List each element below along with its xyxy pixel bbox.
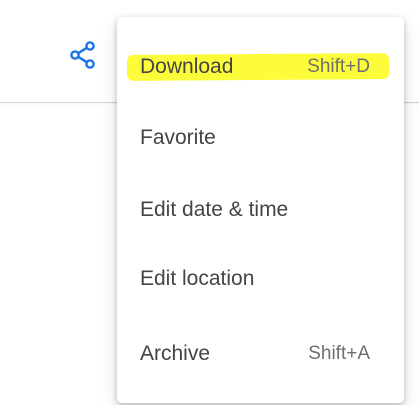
share-icon: [70, 41, 95, 69]
menu-item-edit-location[interactable]: Edit location: [117, 253, 404, 305]
menu-item-label: Archive: [140, 342, 211, 365]
menu-item-archive[interactable]: Archive Shift+A: [117, 328, 404, 380]
menu-item-label: Edit location: [140, 267, 255, 290]
menu-item-favorite[interactable]: Favorite: [117, 112, 404, 164]
photo-viewer-screen: Download Shift+D Favorite Edit date & ti…: [0, 0, 419, 405]
menu-item-shortcut: Shift+D: [307, 56, 370, 77]
menu-item-shortcut: Shift+A: [308, 343, 370, 364]
menu-item-label: Favorite: [140, 126, 216, 149]
menu-item-label: Download: [140, 55, 234, 78]
menu-item-download[interactable]: Download Shift+D: [117, 41, 404, 93]
menu-item-label: Edit date & time: [140, 198, 289, 221]
more-options-menu: Download Shift+D Favorite Edit date & ti…: [117, 17, 404, 403]
menu-item-edit-date-time[interactable]: Edit date & time: [117, 184, 404, 236]
share-button[interactable]: [64, 38, 102, 72]
